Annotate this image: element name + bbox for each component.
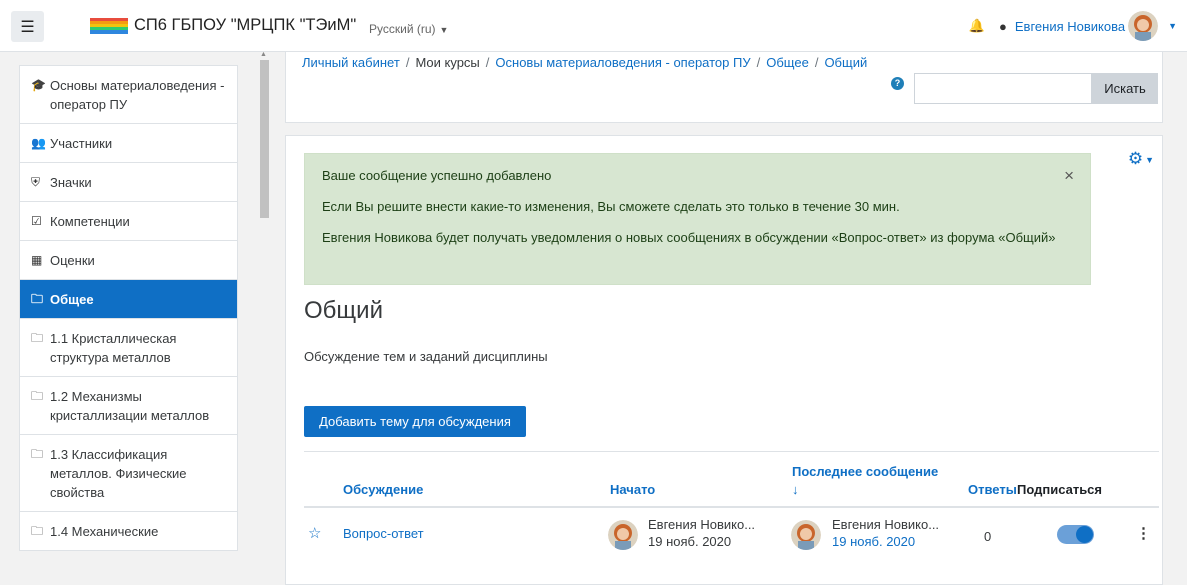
started-by-name: Евгения Новико... (648, 517, 756, 532)
close-icon[interactable]: × (1064, 166, 1074, 186)
chat-icon[interactable]: ● (999, 19, 1007, 34)
replies-count: 0 (984, 529, 992, 544)
started-date: 19 нояб. 2020 (648, 534, 732, 549)
folder-icon: 🗀 (31, 524, 44, 538)
folder-icon: 🗀 (31, 292, 44, 306)
avatar[interactable] (608, 520, 638, 550)
forum-main-card: ⚙ ▼ × Ваше сообщение успешно добавлено Ес… (285, 135, 1163, 585)
sidebar-item-grades[interactable]: ▦ Оценки (20, 241, 237, 280)
last-post-date-link[interactable]: 19 нояб. 2020 (832, 533, 915, 551)
breadcrumb-link-dashboard[interactable]: Личный кабинет (302, 55, 400, 70)
gear-icon: ⚙ (1127, 149, 1144, 168)
subscribe-toggle[interactable] (1057, 525, 1094, 544)
success-alert: × Ваше сообщение успешно добавлено Если … (304, 153, 1091, 285)
sort-arrow-down-icon: ↓ (792, 482, 799, 497)
column-header-last-post-label: Последнее сообщение (792, 464, 939, 479)
chevron-down-icon: ▼ (439, 25, 449, 35)
sidebar-nav: 🎓 Основы материаловедения - оператор ПУ … (19, 65, 238, 551)
last-post-by-name: Евгения Новико... (832, 517, 940, 532)
settings-menu[interactable]: ⚙ ▼ (1128, 149, 1154, 169)
sidebar-item-participants[interactable]: 👥 Участники (20, 124, 237, 163)
sidebar-item-label: Компетенции (50, 214, 130, 229)
breadcrumb-separator: / (756, 55, 761, 70)
breadcrumb-link-forum[interactable]: Общий (824, 55, 867, 70)
site-name[interactable]: СП6 ГБПОУ "МРЦПК "ТЭиМ" (134, 16, 356, 35)
table-top-divider (304, 451, 1159, 452)
sidebar-item-general[interactable]: 🗀 Общее (20, 280, 237, 319)
sidebar-item-label: Значки (50, 175, 92, 190)
sidebar-item-label: 1.2 Механизмы кристаллизации металлов (50, 389, 210, 423)
breadcrumb-separator: / (405, 55, 410, 70)
user-name[interactable]: Евгения Новикова (1015, 19, 1125, 34)
star-icon[interactable]: ☆ (308, 524, 321, 542)
more-actions-icon[interactable]: ⋮ (1136, 524, 1151, 542)
add-discussion-button[interactable]: Добавить тему для обсуждения (304, 406, 526, 437)
user-avatar[interactable] (1128, 11, 1159, 41)
column-header-replies[interactable]: Ответы (968, 482, 1017, 497)
chevron-down-icon: ▼ (1145, 154, 1154, 165)
search-input[interactable] (914, 73, 1092, 104)
page-header-card: Личный кабинет / Мои курсы / Основы материал… (285, 52, 1163, 123)
avatar[interactable] (791, 520, 821, 550)
alert-message-title: Ваше сообщение успешно добавлено (322, 168, 552, 183)
forum-description: Обсуждение тем и заданий дисциплины (304, 349, 548, 364)
breadcrumb-link-section[interactable]: Общее (766, 55, 809, 70)
sidebar-item-label: 1.1 Кристаллическая структура металлов (50, 331, 177, 365)
folder-icon: 🗀 (31, 447, 44, 461)
toggle-knob (1076, 526, 1093, 543)
table-icon: ▦ (31, 253, 43, 267)
folder-icon: 🗀 (31, 389, 44, 403)
alert-message-subscription: Евгения Новикова будет получать уведомле… (322, 230, 1056, 245)
sidebar-item-label: 1.3 Классификация металлов. Физические с… (50, 447, 187, 500)
sidebar-item-label: Общее (50, 292, 94, 307)
menu-toggle-button[interactable]: ☰ (11, 11, 44, 42)
checkbox-icon: ☑ (31, 214, 42, 228)
language-label: Русский (ru) (369, 22, 436, 36)
user-menu-chevron-icon[interactable]: ▼ (1168, 21, 1177, 31)
breadcrumb-separator: / (485, 55, 490, 70)
sidebar-item-section-1-1[interactable]: 🗀 1.1 Кристаллическая структура металлов (20, 319, 237, 377)
shield-icon: ⛨ (31, 175, 41, 189)
sidebar-item-label: Участники (50, 136, 113, 151)
column-header-started[interactable]: Начато (610, 482, 655, 497)
breadcrumb-my-courses: Мои курсы (415, 55, 480, 70)
bell-icon[interactable]: 🔔 (969, 18, 985, 34)
column-header-last-post[interactable]: Последнее сообщение ↓ (792, 463, 938, 499)
user-nav: 🔔 ● Евгения Новикова ▼ (969, 11, 1177, 41)
sidebar-item-competencies[interactable]: ☑ Компетенции (20, 202, 237, 241)
help-icon[interactable]: ? (891, 77, 904, 90)
course-sidebar: 🎓 Основы материаловедения - оператор ПУ … (0, 52, 272, 573)
column-header-subscribe: Подписаться (1017, 482, 1103, 497)
folder-icon: 🗀 (31, 331, 44, 345)
sidebar-item-label: 1.4 Механические (50, 524, 159, 539)
breadcrumb-separator: / (814, 55, 819, 70)
breadcrumb: Личный кабинет / Мои курсы / Основы материал… (302, 55, 867, 70)
site-logo[interactable] (90, 18, 128, 34)
scrollbar-thumb[interactable] (260, 60, 269, 218)
sidebar-item-label: Оценки (50, 253, 95, 268)
sidebar-item-section-1-3[interactable]: 🗀 1.3 Классификация металлов. Физические… (20, 435, 237, 512)
breadcrumb-link-course[interactable]: Основы материаловедения - оператор ПУ (495, 55, 750, 70)
sidebar-item-badges[interactable]: ⛨ Значки (20, 163, 237, 202)
page-title: Общий (304, 297, 383, 324)
users-icon: 👥 (31, 136, 46, 150)
sidebar-item-course[interactable]: 🎓 Основы материаловедения - оператор ПУ (20, 66, 237, 124)
alert-message-edit-info: Если Вы решите внести какие-то изменения… (322, 199, 900, 214)
language-menu[interactable]: Русский (ru) ▼ (369, 22, 448, 36)
sidebar-item-section-1-4[interactable]: 🗀 1.4 Механические (20, 512, 237, 551)
column-header-discussion[interactable]: Обсуждение (343, 482, 423, 497)
sidebar-item-section-1-2[interactable]: 🗀 1.2 Механизмы кристаллизации металлов (20, 377, 237, 435)
sidebar-item-label: Основы материаловедения - оператор ПУ (50, 78, 225, 112)
table-header-divider (304, 506, 1159, 508)
discussion-link[interactable]: Вопрос-ответ (343, 526, 424, 541)
graduation-cap-icon: 🎓 (31, 78, 46, 92)
search-button[interactable]: Искать (1092, 73, 1158, 104)
top-navbar: ☰ СП6 ГБПОУ "МРЦПК "ТЭиМ" Русский (ru) ▼ … (0, 0, 1187, 52)
sidebar-scrollbar[interactable]: ▲ (258, 52, 270, 573)
hamburger-icon: ☰ (20, 18, 35, 36)
scroll-up-arrow-icon[interactable]: ▲ (260, 52, 267, 58)
